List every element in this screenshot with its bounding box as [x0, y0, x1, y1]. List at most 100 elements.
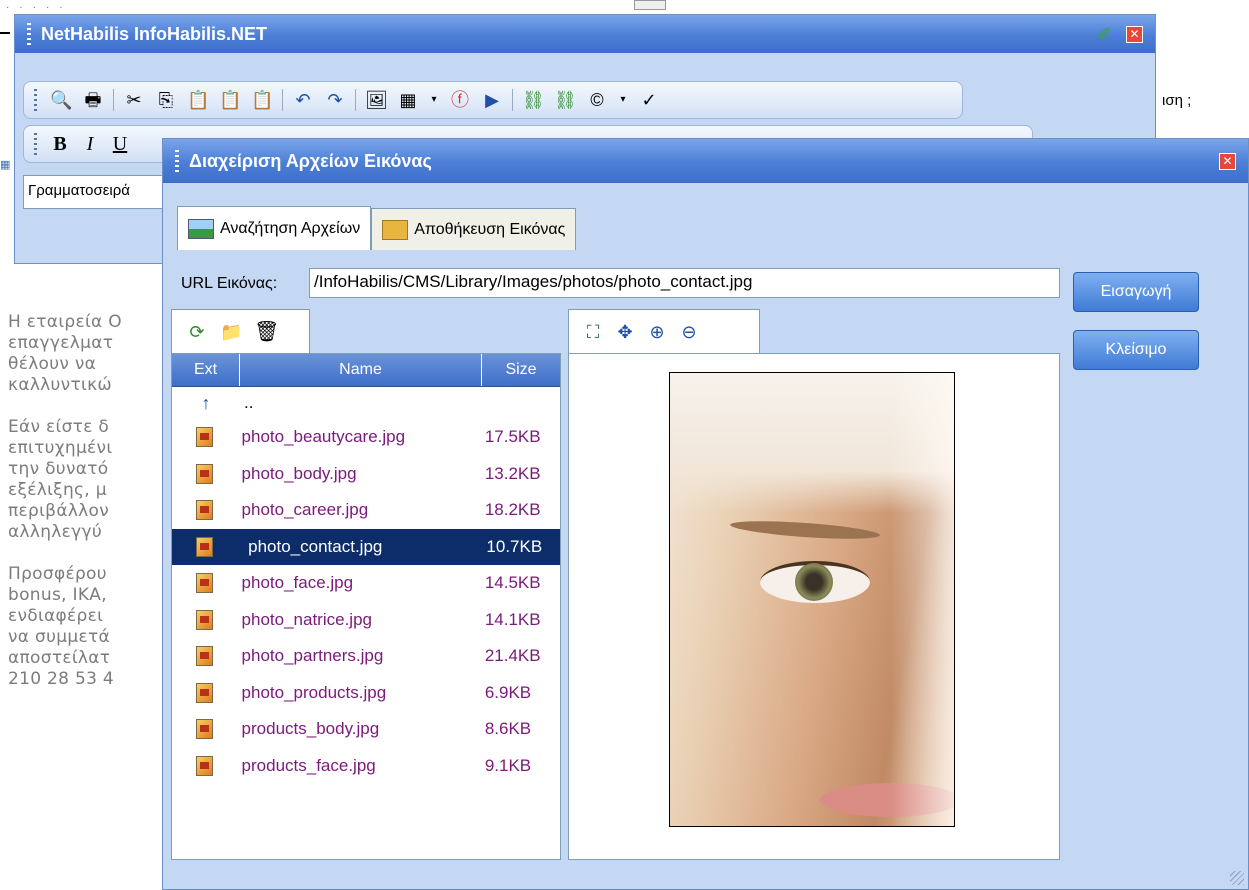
text-line: ενδιαφέρει [8, 606, 104, 626]
file-row[interactable]: photo_products.jpg 6.9KB [172, 675, 560, 712]
file-size: 18.2KB [484, 500, 541, 520]
text-line: την δυνατό [8, 459, 109, 479]
file-size: 21.4KB [484, 646, 541, 666]
font-select[interactable]: Γραμματοσειρά [23, 175, 163, 209]
background-question-text: ιση ; [1162, 92, 1192, 109]
text-line: Προσφέρου [8, 564, 107, 584]
zoom-in-icon[interactable]: ⊕ [646, 321, 668, 343]
file-row-selected[interactable]: photo_contact.jpg 10.7KB [172, 528, 560, 565]
chevron-down-icon[interactable]: ▾ [618, 89, 628, 111]
fit-icon[interactable]: ⛶ [582, 321, 604, 343]
file-row[interactable]: products_face.jpg 9.1KB [172, 748, 560, 785]
column-ext[interactable]: Ext [172, 354, 240, 386]
dialog-title: Διαχείριση Αρχείων Εικόνας [189, 150, 432, 171]
url-label: URL Εικόνας: [181, 275, 278, 292]
chevron-down-icon[interactable]: ▾ [429, 89, 439, 111]
link-icon[interactable]: ⛓ [522, 89, 545, 111]
file-name: photo_career.jpg [241, 500, 369, 520]
parent-folder-row[interactable]: ↑ .. [172, 387, 560, 419]
editor-title-bar[interactable]: NetHabilis InfoHabilis.NET ✐ ✕ [15, 15, 1155, 53]
underline-button[interactable]: U [105, 133, 135, 156]
actual-size-icon[interactable]: ✥ [614, 321, 636, 343]
column-size[interactable]: Size [482, 354, 560, 386]
italic-button[interactable]: I [75, 133, 105, 156]
jpg-file-icon [196, 573, 214, 594]
dialog-title-bar[interactable]: Διαχείριση Αρχείων Εικόνας ✕ [163, 139, 1248, 183]
undo-icon[interactable]: ↶ [292, 89, 314, 111]
separator [355, 89, 356, 111]
text-line: Εάν είστε δ [8, 417, 110, 437]
preview-toolbar: ⛶ ✥ ⊕ ⊖ [568, 309, 760, 353]
page-marker-icon: ▦ [0, 159, 11, 171]
unlink-icon[interactable]: ⛓ [554, 89, 577, 111]
redo-icon[interactable]: ↷ [324, 89, 346, 111]
text-line: επαγγελματ [8, 333, 114, 353]
file-list-header: Ext Name Size [172, 354, 560, 387]
text-line: εξέλιξης, μ [8, 480, 107, 500]
insert-button[interactable]: Εισαγωγή [1073, 272, 1199, 312]
find-icon[interactable]: 🔍 [50, 89, 72, 111]
bold-button[interactable]: B [45, 133, 75, 156]
close-button[interactable]: Κλείσιμο [1073, 330, 1199, 370]
dialog-close-button[interactable]: ✕ [1219, 152, 1236, 170]
new-folder-icon[interactable]: 📁 [220, 321, 242, 343]
preview-panel [568, 353, 1060, 860]
jpg-file-icon [196, 427, 214, 448]
tab-save-image[interactable]: Αποθήκευση Εικόνας [371, 208, 577, 250]
paste-text-icon[interactable]: 📋 [251, 89, 273, 111]
editor-close-button[interactable]: ✕ [1126, 25, 1143, 43]
tab-browse-files[interactable]: Αναζήτηση Αρχείων [177, 206, 372, 250]
url-input[interactable]: /InfoHabilis/CMS/Library/Images/photos/p… [309, 268, 1060, 298]
flash-icon[interactable]: ⓕ [449, 89, 471, 111]
table-icon[interactable]: ▦ [397, 89, 419, 111]
editor-toolbar-main: 🔍 🖶 ✂ ⎘ 📋 📋 📋 ↶ ↷ 🖼 ▦ ▾ ⓕ ▶ ⛓ ⛓ © ▾ ✓ [23, 81, 963, 119]
zoom-out-icon[interactable]: ⊖ [678, 321, 700, 343]
resize-grip-icon[interactable] [1230, 871, 1244, 885]
file-name: products_face.jpg [241, 755, 376, 775]
file-name: products_body.jpg [241, 719, 380, 739]
grip-icon [27, 23, 31, 45]
file-row[interactable]: photo_natrice.jpg 14.1KB [172, 602, 560, 639]
text-line: Η εταιρεία Ο [8, 312, 122, 332]
file-list: Ext Name Size ↑ .. photo_beautycare.jpg … [171, 353, 561, 860]
folder-icon [382, 219, 409, 240]
file-size: 14.1KB [484, 609, 541, 629]
paste-word-icon[interactable]: 📋 [219, 89, 241, 111]
column-name[interactable]: Name [240, 354, 482, 386]
text-line: 210 28 53 4 [8, 669, 115, 689]
jpg-file-icon [196, 609, 214, 630]
text-line: να συμμετά [8, 627, 110, 647]
separator [512, 89, 513, 111]
parent-dir-label: .. [244, 393, 254, 412]
paste-icon[interactable]: 📋 [187, 89, 209, 111]
file-row[interactable]: photo_face.jpg 14.5KB [172, 565, 560, 602]
file-row[interactable]: photo_career.jpg 18.2KB [172, 492, 560, 529]
delete-icon[interactable]: 🗑 [254, 321, 279, 343]
spellcheck-icon[interactable]: ✓ [638, 89, 660, 111]
media-icon[interactable]: ▶ [481, 89, 503, 111]
file-row[interactable]: products_body.jpg 8.6KB [172, 711, 560, 748]
jpg-file-icon [196, 500, 214, 521]
file-name: photo_contact.jpg [248, 536, 383, 556]
copy-icon[interactable]: ⎘ [155, 89, 177, 111]
symbol-icon[interactable]: © [586, 89, 608, 111]
background-paragraph: Η εταιρεία Ο επαγγελματ θέλουν να καλλυν… [8, 312, 178, 396]
file-row[interactable]: photo_partners.jpg 21.4KB [172, 638, 560, 675]
file-row[interactable]: photo_beautycare.jpg 17.5KB [172, 419, 560, 456]
file-size: 13.2KB [484, 463, 541, 483]
photo-area [795, 563, 833, 601]
refresh-icon[interactable]: ⟳ [186, 321, 208, 343]
up-arrow-icon: ↑ [201, 392, 211, 413]
print-icon[interactable]: 🖶 [82, 89, 104, 111]
file-name: photo_beautycare.jpg [241, 427, 406, 447]
cut-icon[interactable]: ✂ [123, 89, 145, 111]
image-icon[interactable]: 🖼 [365, 89, 388, 111]
file-name: photo_natrice.jpg [241, 609, 372, 629]
pin-icon[interactable]: ✐ [1097, 24, 1112, 45]
tab-label: Αναζήτηση Αρχείων [220, 219, 361, 237]
decorative-dots: ····· [6, 2, 73, 13]
toolbar-grip-icon [34, 89, 37, 111]
file-row[interactable]: photo_body.jpg 13.2KB [172, 456, 560, 493]
image-manager-dialog: Διαχείριση Αρχείων Εικόνας ✕ Αναζήτηση Α… [162, 138, 1249, 890]
tab-strip: Αναζήτηση Αρχείων Αποθήκευση Εικόνας [177, 206, 577, 250]
